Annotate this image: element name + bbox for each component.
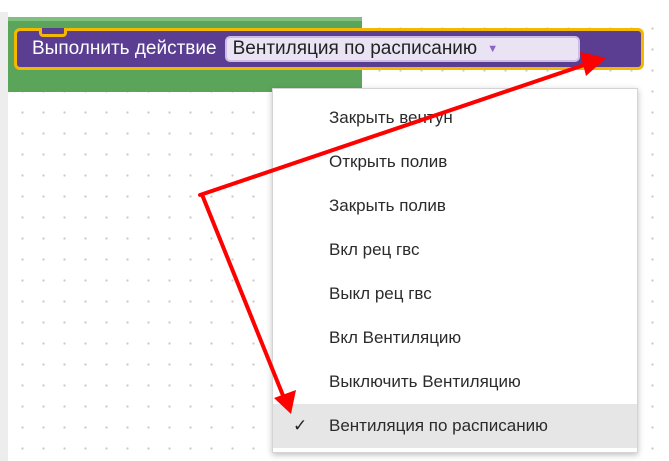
green-block-edge [8,17,362,21]
top-strip [0,0,669,12]
action-dropdown[interactable]: Вентиляция по расписанию ▼ [224,36,580,62]
menu-item-label: Открыть полив [329,152,448,171]
menu-item-recirc-off[interactable]: Выкл рец гвс [273,272,637,316]
menu-item-ventilation-on[interactable]: Вкл Вентиляцию [273,316,637,360]
menu-item-recirc-on[interactable]: Вкл рец гвс [273,228,637,272]
chevron-down-icon: ▼ [487,43,499,55]
menu-item-ventilation-off[interactable]: Выключить Вентиляцию [273,360,637,404]
menu-item-label: Закрыть полив [329,196,446,215]
menu-item-close-vent[interactable]: Закрыть вентун [273,96,637,140]
menu-item-open-watering[interactable]: Открыть полив [273,140,637,184]
menu-item-label: Вентиляция по расписанию [329,416,548,435]
menu-item-label: Закрыть вентун [329,108,453,127]
menu-item-label: Выключить Вентиляцию [329,372,521,391]
menu-item-scheduled-ventilation[interactable]: ✓ Вентиляция по расписанию [273,404,637,448]
menu-item-label: Вкл рец гвс [329,240,420,259]
workspace-left-edge [0,12,8,461]
block-label: Выполнить действие [32,38,217,59]
block-notch [39,28,67,37]
checkmark-icon: ✓ [293,416,308,435]
action-dropdown-value: Вентиляция по расписанию [232,38,478,59]
menu-item-close-watering[interactable]: Закрыть полив [273,184,637,228]
menu-item-label: Выкл рец гвс [329,284,432,303]
action-block[interactable]: Выполнить действие Вентиляция по расписа… [14,28,644,70]
menu-item-label: Вкл Вентиляцию [329,328,462,347]
dropdown-menu: Закрыть вентун Открыть полив Закрыть пол… [272,88,638,453]
